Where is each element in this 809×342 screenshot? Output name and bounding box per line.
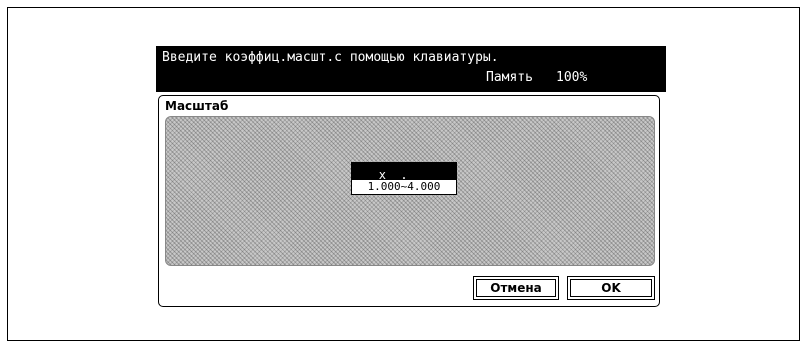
memory-label: Память [486, 70, 533, 85]
message-banner: Введите коэффиц.масшт.с помощью клавиату… [156, 46, 666, 92]
zoom-ratio-range: 1.000~4.000 [351, 180, 457, 195]
memory-value: 100% [556, 70, 588, 85]
cancel-button[interactable]: Отмена [473, 276, 559, 300]
entry-area: x _.___ 1.000~4.000 [165, 116, 655, 266]
instruction-text: Введите коэффиц.масшт.с помощью клавиату… [162, 50, 499, 65]
zoom-entry-screen: Введите коэффиц.масшт.с помощью клавиату… [156, 46, 666, 308]
zoom-ratio-input[interactable]: x _.___ 1.000~4.000 [351, 162, 457, 196]
zoom-ratio-value[interactable]: x _.___ [351, 162, 457, 180]
ok-button[interactable]: OK [567, 276, 655, 300]
zoom-panel: Масштаб x _.___ 1.000~4.000 Отмена OK [158, 95, 660, 307]
panel-title: Масштаб [165, 99, 229, 113]
